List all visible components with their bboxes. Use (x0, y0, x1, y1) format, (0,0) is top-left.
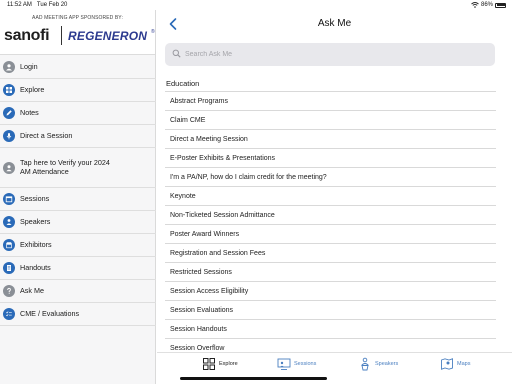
search-input[interactable] (185, 45, 485, 64)
home-indicator[interactable] (180, 377, 327, 380)
grid-icon (203, 358, 215, 370)
sidebar-item-label: Direct a Session (20, 130, 73, 140)
sidebar-item-notes[interactable]: Notes (0, 102, 156, 125)
user-icon (3, 61, 15, 73)
list-item[interactable]: Session Access Eligibility (165, 281, 496, 300)
tab-label: Speakers (375, 361, 399, 367)
checklist-icon (3, 308, 15, 320)
sidebar-item-label: Speakers (20, 216, 51, 226)
sidebar-item-label: Notes (20, 107, 39, 117)
page-title: Ask Me (317, 18, 352, 29)
podium-speaker-icon (361, 357, 369, 371)
section-header-education: Education (166, 79, 200, 88)
search-bar[interactable] (165, 43, 495, 66)
list-item[interactable]: Session Evaluations (165, 300, 496, 319)
list-item[interactable]: E-Poster Exhibits & Presentations (165, 148, 496, 167)
sidebar-item-exhibitors[interactable]: Exhibitors (0, 234, 156, 257)
status-time: 11:52 AM Tue Feb 20 (7, 2, 68, 8)
sanofi-logo: sanofi (4, 27, 50, 44)
tab-label: Sessions (294, 361, 317, 367)
sidebar-item-direct-session[interactable]: Direct a Session (0, 125, 156, 148)
tab-speakers[interactable]: Speakers (358, 357, 398, 371)
list-item[interactable]: Direct a Meeting Session (165, 129, 496, 148)
logo-divider (61, 26, 62, 45)
sidebar-item-label: Handouts (20, 262, 51, 272)
sidebar-item-label: CME / Evaluations (20, 308, 80, 318)
sidebar-item-label: Exhibitors (20, 239, 52, 249)
list-item[interactable]: Abstract Programs (165, 91, 496, 110)
person-badge-icon (3, 161, 15, 174)
document-icon (3, 262, 15, 274)
presentation-icon (277, 358, 291, 370)
tab-label: Explore (219, 361, 238, 367)
battery-icon (495, 2, 506, 8)
list-item[interactable]: I'm a PA/NP, how do I claim credit for t… (165, 167, 496, 186)
tab-label: Maps (457, 361, 471, 367)
ask-me-list: Abstract Programs Claim CME Direct a Mee… (165, 91, 496, 353)
tab-explore[interactable]: Explore (202, 357, 238, 371)
list-item[interactable]: Keynote (165, 186, 496, 205)
sidebar-item-label: Sessions (20, 193, 50, 203)
wifi-icon (471, 2, 479, 8)
tab-sessions[interactable]: Sessions (277, 357, 316, 371)
list-item[interactable]: Session Overflow (165, 338, 496, 353)
calendar-icon (3, 193, 15, 205)
sponsor-banner: AAD MEETING APP SPONSORED BY: sanofi REG… (0, 10, 155, 55)
tab-maps[interactable]: Maps (440, 357, 470, 371)
registered-mark: ® (151, 29, 155, 35)
speaker-icon (3, 216, 15, 228)
main-panel: Ask Me Education Abstract Programs Claim… (157, 10, 512, 384)
list-item[interactable]: Non-Ticketed Session Admittance (165, 205, 496, 224)
sponsor-text: AAD MEETING APP SPONSORED BY: (32, 15, 123, 21)
sidebar-item-label: Login (20, 61, 38, 71)
microphone-icon (3, 130, 15, 142)
sidebar-item-login[interactable]: Login (0, 56, 156, 79)
map-icon (441, 358, 453, 370)
list-item[interactable]: Claim CME (165, 110, 496, 129)
store-icon (3, 239, 15, 251)
sidebar-item-sessions[interactable]: Sessions (0, 188, 156, 211)
search-icon (172, 49, 181, 58)
grid-icon (3, 84, 15, 96)
sidebar-item-speakers[interactable]: Speakers (0, 211, 156, 234)
pencil-icon (3, 107, 15, 119)
battery-percent: 86% (480, 2, 493, 8)
list-item[interactable]: Registration and Session Fees (165, 243, 496, 262)
sidebar-item-handouts[interactable]: Handouts (0, 257, 156, 280)
sidebar-item-label: Ask Me (20, 285, 44, 295)
sidebar-item-label: Explore (20, 84, 45, 94)
sidebar-item-explore[interactable]: Explore (0, 79, 156, 102)
list-item[interactable]: Poster Award Winners (165, 224, 496, 243)
regeneron-logo: REGENERON (68, 29, 148, 43)
list-item[interactable]: Restricted Sessions (165, 262, 496, 281)
list-item[interactable]: Session Handouts (165, 319, 496, 338)
sidebar-item-ask-me[interactable]: Ask Me (0, 280, 156, 303)
status-right: 86% (471, 2, 506, 8)
question-icon (3, 285, 15, 297)
status-bar: 11:52 AM Tue Feb 20 86% (0, 0, 512, 10)
sidebar-item-verify-attendance[interactable]: Tap here to Verify your 2024 AM Attendan… (0, 148, 156, 188)
sidebar-item-cme-evaluations[interactable]: CME / Evaluations (0, 303, 156, 326)
sidebar: AAD MEETING APP SPONSORED BY: sanofi REG… (0, 10, 156, 384)
sidebar-item-label: Tap here to Verify your 2024 AM Attendan… (20, 158, 110, 176)
